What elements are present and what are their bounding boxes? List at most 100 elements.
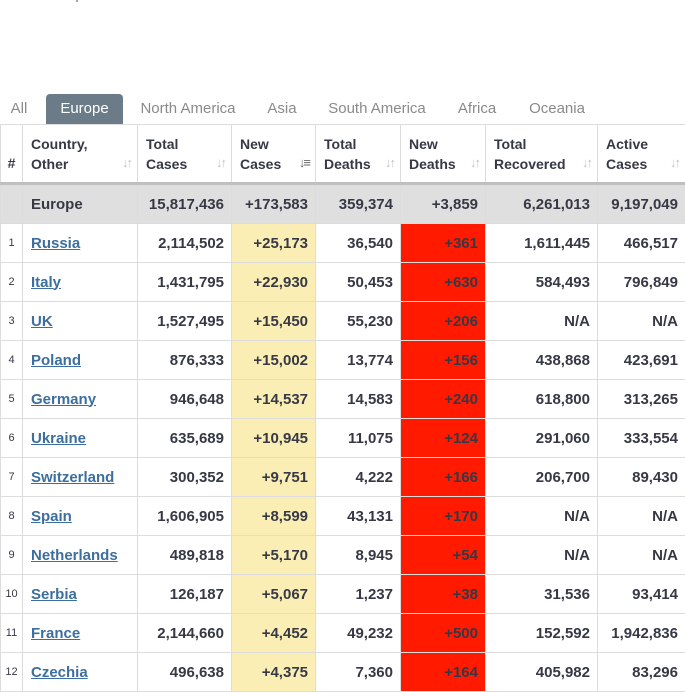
sort-icon[interactable]: ↓↑ bbox=[470, 155, 479, 170]
total-cases-cell: 635,689 bbox=[138, 419, 232, 458]
col-header-total-cases[interactable]: Total Cases ↓↑ bbox=[138, 125, 232, 184]
region-total-cases: 15,817,436 bbox=[138, 184, 232, 224]
country-cell: France bbox=[23, 614, 138, 653]
col-header-total-recovered[interactable]: Total Recovered ↓↑ bbox=[486, 125, 598, 184]
new-deaths-cell: +240 bbox=[401, 380, 486, 419]
total-recovered-cell: 206,700 bbox=[486, 458, 598, 497]
table-row: 6Ukraine635,689+10,94511,075+124291,0603… bbox=[1, 419, 685, 458]
country-link[interactable]: France bbox=[31, 625, 80, 642]
total-recovered-cell: 31,536 bbox=[486, 575, 598, 614]
row-number: 5 bbox=[1, 380, 23, 419]
sort-icon[interactable]: ↓↑ bbox=[385, 155, 394, 170]
country-link[interactable]: Germany bbox=[31, 391, 96, 408]
country-link[interactable]: Russia bbox=[31, 235, 80, 252]
country-link[interactable]: Switzerland bbox=[31, 469, 114, 486]
active-cases-cell: 93,414 bbox=[598, 575, 685, 614]
table-row: 10Serbia126,187+5,0671,237+3831,53693,41… bbox=[1, 575, 685, 614]
tab-africa[interactable]: Africa bbox=[448, 94, 506, 124]
country-link[interactable]: UK bbox=[31, 313, 53, 330]
country-link[interactable]: Serbia bbox=[31, 586, 77, 603]
country-link[interactable]: Spain bbox=[31, 508, 72, 525]
col-header-number[interactable]: # bbox=[1, 125, 23, 184]
table-row: 8Spain1,606,905+8,59943,131+170N/AN/A bbox=[1, 497, 685, 536]
country-cell: Germany bbox=[23, 380, 138, 419]
total-deaths-cell: 13,774 bbox=[316, 341, 401, 380]
new-cases-cell: +4,452 bbox=[232, 614, 316, 653]
country-link[interactable]: Ukraine bbox=[31, 430, 86, 447]
row-number: 6 bbox=[1, 419, 23, 458]
row-number: 11 bbox=[1, 614, 23, 653]
active-cases-cell: 313,265 bbox=[598, 380, 685, 419]
sort-desc-icon[interactable]: ↓≡ bbox=[299, 155, 309, 170]
tab-asia[interactable]: Asia bbox=[258, 94, 306, 124]
total-deaths-cell: 14,583 bbox=[316, 380, 401, 419]
total-recovered-cell: 438,868 bbox=[486, 341, 598, 380]
col-header-active-cases[interactable]: Active Cases ↓↑ bbox=[598, 125, 685, 184]
region-total-row: Europe 15,817,436 +173,583 359,374 +3,85… bbox=[1, 184, 685, 224]
table-row: 1Russia2,114,502+25,17336,540+3611,611,4… bbox=[1, 224, 685, 263]
col-header-country[interactable]: Country, Other ↓↑ bbox=[23, 125, 138, 184]
sort-icon[interactable]: ↓↑ bbox=[216, 155, 225, 170]
country-link[interactable]: Italy bbox=[31, 274, 61, 291]
col-header-new-cases[interactable]: New Cases ↓≡ bbox=[232, 125, 316, 184]
col-header-new-cases-line1: New bbox=[232, 134, 315, 154]
total-cases-cell: 489,818 bbox=[138, 536, 232, 575]
new-cases-cell: +15,002 bbox=[232, 341, 316, 380]
country-link[interactable]: Netherlands bbox=[31, 547, 118, 564]
tab-all[interactable]: All bbox=[4, 94, 34, 124]
sort-icon[interactable]: ↓↑ bbox=[122, 155, 131, 170]
total-cases-cell: 2,144,660 bbox=[138, 614, 232, 653]
country-link[interactable]: Czechia bbox=[31, 664, 88, 681]
total-recovered-cell: 584,493 bbox=[486, 263, 598, 302]
total-recovered-cell: N/A bbox=[486, 302, 598, 341]
total-recovered-cell: 291,060 bbox=[486, 419, 598, 458]
new-cases-cell: +5,067 bbox=[232, 575, 316, 614]
table-row: 3UK1,527,495+15,45055,230+206N/AN/A bbox=[1, 302, 685, 341]
total-cases-cell: 300,352 bbox=[138, 458, 232, 497]
new-cases-cell: +25,173 bbox=[232, 224, 316, 263]
region-new-deaths: +3,859 bbox=[401, 184, 486, 224]
row-number: 2 bbox=[1, 263, 23, 302]
tab-oceania[interactable]: Oceania bbox=[520, 94, 594, 124]
region-total-deaths: 359,374 bbox=[316, 184, 401, 224]
row-number: 1 bbox=[1, 224, 23, 263]
country-cell: Russia bbox=[23, 224, 138, 263]
tab-europe[interactable]: Europe bbox=[46, 94, 123, 124]
table-row: 4Poland876,333+15,00213,774+156438,86842… bbox=[1, 341, 685, 380]
tab-south-america[interactable]: South America bbox=[322, 94, 432, 124]
new-deaths-cell: +156 bbox=[401, 341, 486, 380]
col-header-new-deaths-line1: New bbox=[401, 134, 485, 154]
total-recovered-cell: N/A bbox=[486, 536, 598, 575]
country-cell: Serbia bbox=[23, 575, 138, 614]
sort-icon[interactable]: ↓↑ bbox=[582, 155, 591, 170]
total-recovered-cell: 152,592 bbox=[486, 614, 598, 653]
new-cases-cell: +22,930 bbox=[232, 263, 316, 302]
active-cases-cell: N/A bbox=[598, 497, 685, 536]
total-deaths-cell: 55,230 bbox=[316, 302, 401, 341]
row-number: 4 bbox=[1, 341, 23, 380]
country-link[interactable]: Poland bbox=[31, 352, 81, 369]
decorative-dot bbox=[76, 0, 78, 2]
total-recovered-cell: 1,611,445 bbox=[486, 224, 598, 263]
col-header-total-recovered-line2: Recovered bbox=[486, 154, 597, 174]
col-header-total-cases-line1: Total bbox=[138, 134, 231, 154]
country-cell: Ukraine bbox=[23, 419, 138, 458]
col-header-total-deaths[interactable]: Total Deaths ↓↑ bbox=[316, 125, 401, 184]
col-header-country-line1: Country, bbox=[23, 134, 137, 154]
new-deaths-cell: +170 bbox=[401, 497, 486, 536]
new-deaths-cell: +206 bbox=[401, 302, 486, 341]
region-new-cases: +173,583 bbox=[232, 184, 316, 224]
active-cases-cell: N/A bbox=[598, 302, 685, 341]
country-cell: Poland bbox=[23, 341, 138, 380]
active-cases-cell: 333,554 bbox=[598, 419, 685, 458]
total-recovered-cell: N/A bbox=[486, 497, 598, 536]
total-deaths-cell: 4,222 bbox=[316, 458, 401, 497]
total-cases-cell: 876,333 bbox=[138, 341, 232, 380]
region-total-recovered: 6,261,013 bbox=[486, 184, 598, 224]
col-header-new-deaths[interactable]: New Deaths ↓↑ bbox=[401, 125, 486, 184]
total-cases-cell: 2,114,502 bbox=[138, 224, 232, 263]
region-active-cases: 9,197,049 bbox=[598, 184, 685, 224]
total-cases-cell: 946,648 bbox=[138, 380, 232, 419]
sort-icon[interactable]: ↓↑ bbox=[670, 155, 679, 170]
tab-north-america[interactable]: North America bbox=[134, 94, 242, 124]
